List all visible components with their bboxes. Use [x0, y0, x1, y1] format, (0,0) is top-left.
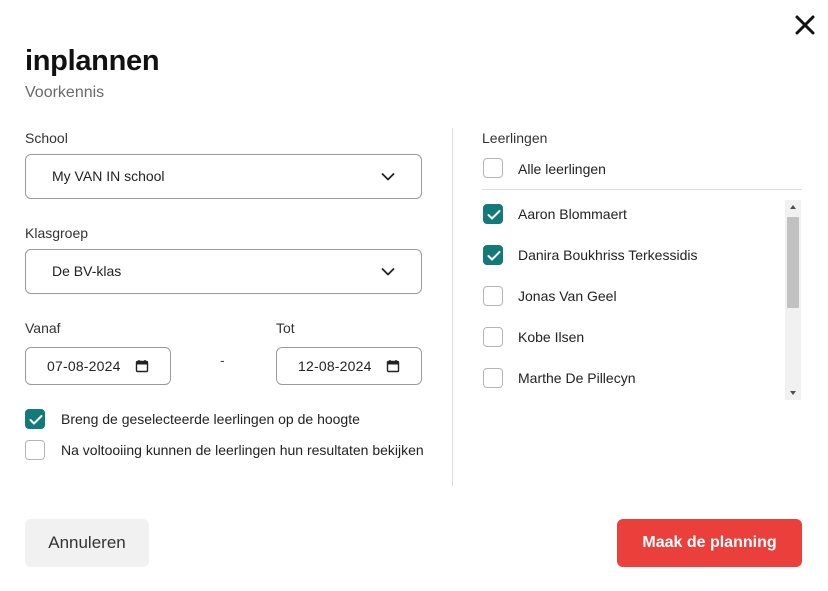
klasgroep-label: Klasgroep [25, 225, 89, 241]
scroll-down-arrow-icon[interactable] [785, 386, 801, 400]
student-checkbox[interactable] [483, 204, 503, 224]
school-select-value: My VAN IN school [52, 168, 165, 184]
show-results-label: Na voltooiing kunnen de leerlingen hun r… [61, 442, 424, 458]
students-label: Leerlingen [482, 130, 548, 146]
column-divider [452, 128, 453, 486]
student-name: Kobe Ilsen [518, 329, 585, 345]
calendar-icon[interactable] [386, 359, 400, 373]
students-scrollbar[interactable] [785, 200, 801, 400]
scrollbar-thumb[interactable] [787, 217, 799, 308]
student-row[interactable]: Marthe De Pillecyn [472, 364, 782, 405]
create-planning-button[interactable]: Maak de planning [617, 519, 802, 567]
student-row[interactable]: Danira Boukhriss Terkessidis [472, 241, 782, 282]
select-all-students-label: Alle leerlingen [518, 161, 606, 177]
student-checkbox[interactable] [483, 286, 503, 306]
students-divider [482, 189, 802, 190]
checkmark-icon [487, 210, 501, 220]
students-list: Aaron Blommaert Danira Boukhriss Terkess… [472, 200, 802, 400]
tot-date-input[interactable]: 12-08-2024 [276, 347, 422, 385]
school-select[interactable]: My VAN IN school [25, 154, 422, 199]
student-checkbox[interactable] [483, 368, 503, 388]
close-button[interactable] [793, 13, 817, 37]
student-row[interactable]: Jonas Van Geel [472, 282, 782, 323]
student-name: Aaron Blommaert [518, 206, 627, 222]
calendar-icon[interactable] [135, 359, 149, 373]
student-checkbox[interactable] [483, 245, 503, 265]
select-all-students-checkbox[interactable] [483, 158, 503, 178]
student-name: Danira Boukhriss Terkessidis [518, 247, 698, 263]
student-name: Marthe De Pillecyn [518, 370, 636, 386]
checkmark-icon [487, 251, 501, 261]
checkmark-icon [29, 415, 43, 425]
tot-label: Tot [276, 320, 295, 336]
school-label: School [25, 130, 68, 146]
chevron-down-icon [381, 173, 395, 181]
klasgroep-select-value: De BV-klas [52, 263, 122, 279]
student-row[interactable]: Kobe Ilsen [472, 323, 782, 364]
notify-students-checkbox[interactable] [25, 409, 45, 429]
scroll-up-arrow-icon[interactable] [785, 200, 801, 214]
show-results-checkbox[interactable] [25, 440, 45, 460]
vanaf-date-input[interactable]: 07-08-2024 [25, 347, 171, 385]
notify-students-label: Breng de geselecteerde leerlingen op de … [61, 411, 360, 427]
tot-date-value: 12-08-2024 [298, 358, 372, 374]
chevron-down-icon [381, 268, 395, 276]
student-checkbox[interactable] [483, 327, 503, 347]
cancel-button[interactable]: Annuleren [25, 519, 149, 567]
student-name: Jonas Van Geel [518, 288, 617, 304]
vanaf-label: Vanaf [25, 320, 61, 336]
klasgroep-select[interactable]: De BV-klas [25, 249, 422, 294]
student-row[interactable]: Aaron Blommaert [472, 200, 782, 241]
close-icon [795, 15, 815, 35]
vanaf-date-value: 07-08-2024 [47, 358, 121, 374]
dialog-title: inplannen [25, 45, 160, 77]
dialog-subtitle: Voorkennis [25, 84, 105, 101]
date-range-separator: - [220, 352, 225, 368]
